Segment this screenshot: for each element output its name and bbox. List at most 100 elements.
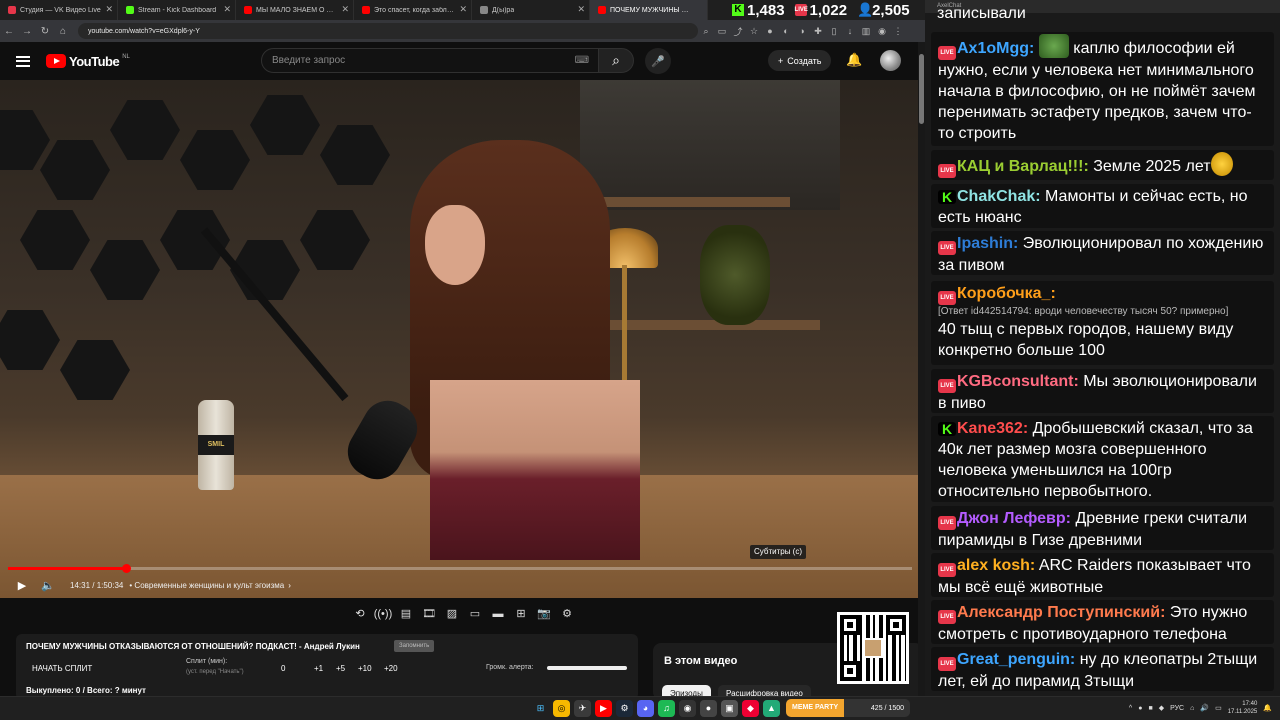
app-icon[interactable]: ◆ xyxy=(742,700,759,717)
cinema-icon[interactable]: ▬ xyxy=(488,605,508,623)
chevron-right-icon[interactable]: › xyxy=(288,581,291,590)
loop-icon[interactable]: ⟲ xyxy=(350,605,370,623)
network-icon[interactable]: ⌂ xyxy=(1190,705,1194,712)
chat-username[interactable]: KGBconsultant: xyxy=(957,373,1079,390)
meme-party-widget[interactable]: MEME PARTY 425 / 1500 xyxy=(786,699,910,717)
browser-tab[interactable]: Д(ы)ра ✕ xyxy=(472,0,590,20)
split-view-icon[interactable]: ▥ xyxy=(858,26,874,37)
browser-tab[interactable]: Это спасет, когда заблокируют ✕ xyxy=(354,0,472,20)
cast-icon[interactable]: ▭ xyxy=(714,26,730,37)
hamburger-menu-icon[interactable] xyxy=(16,55,30,67)
app-icon[interactable]: ▣ xyxy=(721,700,738,717)
split-value[interactable]: 0 xyxy=(281,664,285,673)
tab-close-icon[interactable]: ✕ xyxy=(341,4,349,15)
chat-username[interactable]: Ax1oMgg: xyxy=(957,40,1034,57)
language-indicator[interactable]: РУС xyxy=(1170,705,1184,712)
alert-volume-slider[interactable] xyxy=(547,666,627,670)
app-icon[interactable]: ▲ xyxy=(763,700,780,717)
zoom-icon[interactable]: ⌕ xyxy=(698,26,714,37)
chat-username[interactable]: Коробочка_: xyxy=(957,285,1056,302)
notifications-bell-icon[interactable]: 🔔 xyxy=(846,52,862,68)
video-player[interactable]: SMIL xyxy=(0,80,918,598)
telegram-icon[interactable]: ✈ xyxy=(574,700,591,717)
play-icon[interactable]: ▶ xyxy=(12,579,32,592)
chat-username[interactable]: КАЦ и Варлац!!!: xyxy=(957,158,1089,175)
discord-icon[interactable]: ◕ xyxy=(637,700,654,717)
create-button[interactable]: + Создать xyxy=(768,50,832,71)
menu-dots-icon[interactable]: ⋮ xyxy=(890,26,906,37)
split-add-button[interactable]: +1 xyxy=(314,664,323,673)
search-input[interactable]: Введите запрос ⌨ xyxy=(261,48,600,73)
gear-icon[interactable]: ⚙ xyxy=(557,605,577,623)
system-clock[interactable]: 17:40 17.11.2025 xyxy=(1228,700,1258,716)
back-icon[interactable]: ← xyxy=(0,26,18,37)
broadcast-icon[interactable]: ((•)) xyxy=(373,605,393,623)
battery-icon[interactable]: ▭ xyxy=(1215,704,1222,712)
tray-app-icon[interactable]: ◆ xyxy=(1159,704,1164,712)
extension-icon[interactable]: ● xyxy=(762,26,778,36)
download-icon[interactable]: ↓ xyxy=(842,26,858,36)
spotify-icon[interactable]: ♫ xyxy=(658,700,675,717)
extensions-puzzle-icon[interactable]: ✚ xyxy=(810,26,826,37)
chat-username[interactable]: alex kosh: xyxy=(957,557,1035,574)
chat-username[interactable]: ChakChak: xyxy=(957,188,1041,205)
split-add-button[interactable]: +20 xyxy=(384,664,398,673)
avatar[interactable] xyxy=(880,50,901,71)
youtube-logo[interactable]: YouTube NL xyxy=(46,54,130,69)
extension-icon[interactable]: ◐ xyxy=(778,26,794,36)
extension-icon[interactable]: ◑ xyxy=(794,26,810,36)
split-add-button[interactable]: +5 xyxy=(336,664,345,673)
film-icon[interactable]: 🎞 xyxy=(419,605,439,623)
chapter-title[interactable]: • Современные женщины и культ эгоизма xyxy=(129,581,284,590)
start-windows-icon[interactable]: ⊞ xyxy=(532,700,549,717)
browser-tab[interactable]: Stream - Kick Dashboard ✕ xyxy=(118,0,236,20)
browser-tab[interactable]: МЫ МАЛО ЗНАЕМ О ЧАТРУЛЕТЕ ✕ xyxy=(236,0,354,20)
chat-username[interactable]: Kane362: xyxy=(957,420,1028,437)
browser-tab-active[interactable]: ПОЧЕМУ МУЖЧИНЫ ОТКАЗЫВАЮТСЯ xyxy=(590,0,708,20)
chevron-up-icon[interactable]: ^ xyxy=(1129,705,1132,712)
tab-close-icon[interactable]: ✕ xyxy=(577,4,585,15)
steam-icon[interactable]: ⚙ xyxy=(616,700,633,717)
page-scrollbar[interactable] xyxy=(918,42,925,696)
progress-scrubber[interactable] xyxy=(121,564,131,573)
start-split-button[interactable]: НАЧАТЬ СПЛИТ xyxy=(32,664,92,673)
tab-close-icon[interactable]: ✕ xyxy=(459,4,467,15)
chat-username[interactable]: Джон Лефевр: xyxy=(957,510,1071,527)
screenshot-camera-icon[interactable]: 📷 xyxy=(534,605,554,623)
tray-app-icon[interactable]: ● xyxy=(1138,705,1142,712)
profile-icon[interactable]: ◉ xyxy=(874,26,890,37)
window-icon[interactable]: ▭ xyxy=(465,605,485,623)
browser-tab[interactable]: Студия — VK Видео Live ✕ xyxy=(0,0,118,20)
obs-icon[interactable]: ◉ xyxy=(679,700,696,717)
home-icon[interactable]: ⌂ xyxy=(54,26,72,37)
chat-username[interactable]: Александр Поступинский: xyxy=(957,604,1165,621)
bookmark-star-icon[interactable]: ☆ xyxy=(746,26,762,37)
forward-icon[interactable]: → xyxy=(18,26,36,37)
search-button[interactable]: ⌕ xyxy=(598,48,634,73)
keyboard-icon[interactable]: ⌨ xyxy=(575,55,589,66)
tray-app-icon[interactable]: ■ xyxy=(1148,705,1152,712)
voice-search-button[interactable]: 🎤 xyxy=(645,48,671,74)
share-icon[interactable]: ⤴ xyxy=(730,25,746,38)
chat-username[interactable]: Great_penguin: xyxy=(957,651,1075,668)
playlist-icon[interactable]: ▤ xyxy=(396,605,416,623)
tab-close-icon[interactable]: ✕ xyxy=(223,4,231,15)
volume-icon[interactable]: 🔊 xyxy=(1200,704,1209,712)
notification-bell-icon[interactable]: 🔔 xyxy=(1263,704,1272,712)
chat-username[interactable]: Ipashin: xyxy=(957,235,1018,252)
volume-icon[interactable]: 🔈 xyxy=(38,579,58,592)
picture-icon[interactable]: ▨ xyxy=(442,605,462,623)
app-icon[interactable]: ● xyxy=(700,700,717,717)
split-add-button[interactable]: +10 xyxy=(358,664,372,673)
scrollbar-thumb[interactable] xyxy=(919,54,924,124)
address-bar[interactable]: youtube.com/watch?v=eGXdpl6-y-Y xyxy=(78,23,698,39)
youtube-icon[interactable]: ▶ xyxy=(595,700,612,717)
remember-button[interactable]: Запомнить xyxy=(394,640,435,652)
video-progress-bar[interactable] xyxy=(8,564,912,573)
add-box-icon[interactable]: ⊞ xyxy=(511,605,531,623)
reload-icon[interactable]: ↻ xyxy=(36,26,54,37)
sidebar-icon[interactable]: ▯ xyxy=(826,26,842,37)
chrome-icon[interactable]: ◎ xyxy=(553,700,570,717)
split-panel: ПОЧЕМУ МУЖЧИНЫ ОТКАЗЫВАЮТСЯ ОТ ОТНОШЕНИЙ… xyxy=(16,634,638,700)
tab-close-icon[interactable]: ✕ xyxy=(105,4,113,15)
